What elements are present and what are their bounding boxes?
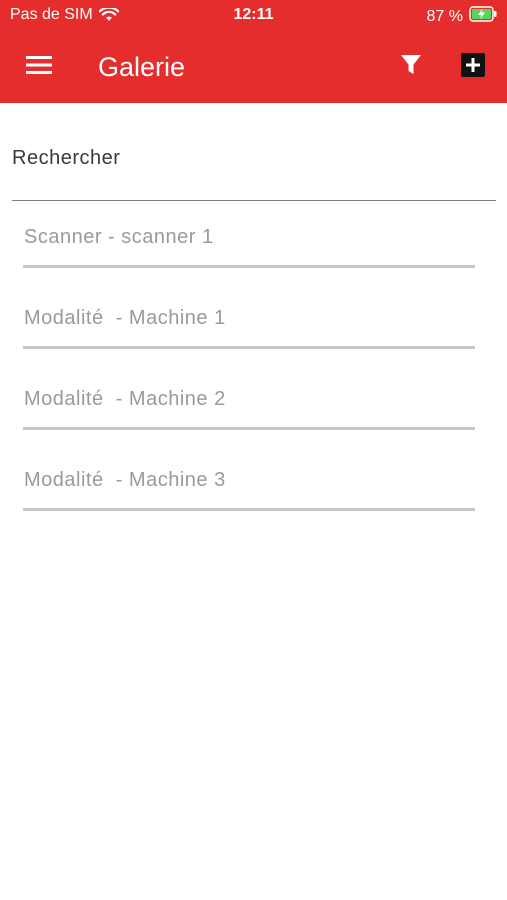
list-item[interactable]: Modalité - Machine 3: [23, 449, 475, 530]
list-item-label: Modalité - Machine 2: [24, 388, 226, 410]
battery-charging-icon: [469, 6, 497, 27]
hamburger-menu-icon: [26, 55, 52, 80]
list-item-divider: [23, 346, 475, 349]
search-field[interactable]: [12, 140, 496, 201]
battery-percentage: 87 %: [426, 7, 463, 25]
list-item-divider: [23, 427, 475, 430]
list-item[interactable]: Scanner - scanner 1: [23, 206, 475, 287]
list-item-divider: [23, 265, 475, 268]
filter-button[interactable]: [394, 50, 428, 84]
list-item[interactable]: Modalité - Machine 2: [23, 368, 475, 449]
battery-status: 87 %: [427, 6, 497, 27]
gallery-list: Scanner - scanner 1 Modalité - Machine 1…: [23, 206, 475, 530]
filter-icon: [400, 54, 422, 81]
top-app-bar: Pas de SIM 12:11 87 % Galerie: [0, 0, 507, 103]
menu-button[interactable]: [22, 50, 56, 84]
list-item[interactable]: Modalité - Machine 1: [23, 287, 475, 368]
toolbar: Galerie: [0, 30, 507, 103]
status-bar: Pas de SIM 12:11 87 %: [0, 0, 507, 30]
search-input[interactable]: [12, 140, 496, 176]
add-square-icon: [461, 52, 485, 82]
list-item-label: Scanner - scanner 1: [24, 226, 214, 248]
page-title: Galerie: [98, 52, 186, 82]
list-item-divider: [23, 508, 475, 511]
add-button[interactable]: [456, 50, 490, 84]
list-item-label: Modalité - Machine 3: [24, 469, 226, 491]
app-screen: Pas de SIM 12:11 87 % Galerie Rechercher…: [0, 0, 507, 900]
list-item-label: Modalité - Machine 1: [24, 307, 226, 329]
